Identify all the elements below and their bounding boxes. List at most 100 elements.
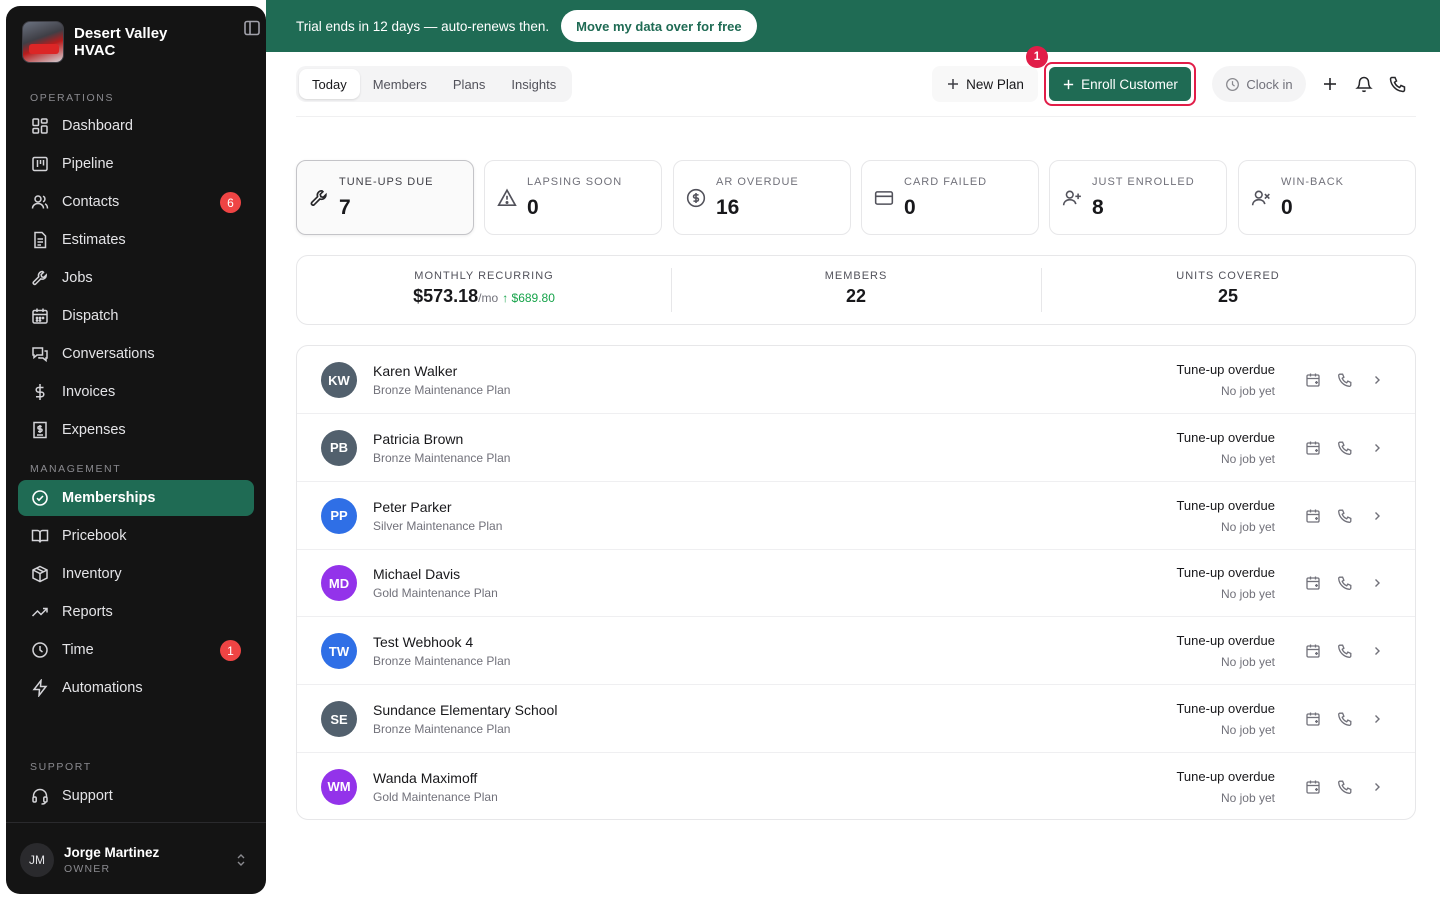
sidebar-item-invoices[interactable]: Invoices xyxy=(18,374,254,410)
sidebar-item-label: Dashboard xyxy=(62,118,133,134)
member-row[interactable]: TW Test Webhook 4 Bronze Maintenance Plan T… xyxy=(297,617,1415,686)
stat-card-lapsing-soon[interactable]: LAPSING SOON 0 xyxy=(484,160,662,235)
sidebar-item-estimates[interactable]: Estimates xyxy=(18,222,254,258)
stat-card-just-enrolled[interactable]: JUST ENROLLED 8 xyxy=(1049,160,1227,235)
chevron-right-icon[interactable] xyxy=(1369,372,1385,388)
sidebar-item-pipeline[interactable]: Pipeline xyxy=(18,146,254,182)
sidebar-item-reports[interactable]: Reports xyxy=(18,594,254,630)
chevron-up-down-icon xyxy=(237,854,245,866)
chevron-right-icon[interactable] xyxy=(1369,711,1385,727)
section-management: MANAGEMENT xyxy=(30,463,122,475)
schedule-calendar-icon[interactable] xyxy=(1305,372,1321,388)
stat-card-win-back[interactable]: WIN-BACK 0 xyxy=(1238,160,1416,235)
sidebar-item-dashboard[interactable]: Dashboard xyxy=(18,108,254,144)
sidebar-item-support[interactable]: Support xyxy=(18,778,254,814)
section-support: SUPPORT xyxy=(30,761,92,773)
sidebar-item-label: Reports xyxy=(62,604,113,620)
add-icon[interactable] xyxy=(1318,72,1342,96)
member-row[interactable]: MD Michael Davis Gold Maintenance Plan Tune… xyxy=(297,549,1415,618)
sidebar-toggle-icon[interactable] xyxy=(242,18,262,38)
sidebar-item-label: Inventory xyxy=(62,566,122,582)
tab-insights[interactable]: Insights xyxy=(498,69,569,99)
chevron-right-icon[interactable] xyxy=(1369,508,1385,524)
member-row[interactable]: PB Patricia Brown Bronze Maintenance Plan T… xyxy=(297,414,1415,482)
avatar: PP xyxy=(321,497,357,534)
phone-icon[interactable] xyxy=(1386,72,1410,96)
call-phone-icon[interactable] xyxy=(1337,440,1353,456)
tab-plans[interactable]: Plans xyxy=(440,69,499,99)
sidebar-item-dispatch[interactable]: Dispatch xyxy=(18,298,254,334)
chat-icon xyxy=(32,347,48,363)
member-plan: Gold Maintenance Plan xyxy=(373,789,498,804)
member-status: Tune-up overdue xyxy=(1176,565,1275,581)
tab-today[interactable]: Today xyxy=(299,69,360,99)
call-phone-icon[interactable] xyxy=(1337,372,1353,388)
sidebar-item-inventory[interactable]: Inventory xyxy=(18,556,254,592)
sidebar-item-memberships[interactable]: Memberships xyxy=(18,480,254,516)
schedule-calendar-icon[interactable] xyxy=(1305,575,1321,591)
stat-card-card-failed[interactable]: CARD FAILED 0 xyxy=(861,160,1039,235)
member-status: Tune-up overdue xyxy=(1176,497,1275,513)
sidebar-item-conversations[interactable]: Conversations xyxy=(18,336,254,372)
sidebar-item-automations[interactable]: Automations xyxy=(18,670,254,706)
contacts-count-badge: 6 xyxy=(220,192,241,213)
sidebar-item-jobs[interactable]: Jobs xyxy=(18,260,254,296)
chevron-right-icon[interactable] xyxy=(1369,643,1385,659)
clock-in-button[interactable]: Clock in xyxy=(1212,66,1306,102)
schedule-calendar-icon[interactable] xyxy=(1305,508,1321,524)
sidebar-item-label: Time xyxy=(62,642,94,658)
bolt-icon xyxy=(32,679,48,697)
sidebar-item-expenses[interactable]: Expenses xyxy=(18,412,254,448)
sidebar-item-pricebook[interactable]: Pricebook xyxy=(18,518,254,554)
new-plan-button[interactable]: New Plan xyxy=(932,66,1038,102)
call-phone-icon[interactable] xyxy=(1337,508,1353,524)
stat-card-tune-ups-due[interactable]: TUNE-UPS DUE 7 xyxy=(296,160,474,235)
member-row[interactable]: SE Sundance Elementary School Bronze Maint… xyxy=(297,685,1415,753)
bell-icon[interactable] xyxy=(1352,72,1376,96)
member-row[interactable]: PP Peter Parker Silver Maintenance Plan Tun… xyxy=(297,482,1415,550)
book-icon xyxy=(31,529,49,543)
chevron-right-icon[interactable] xyxy=(1369,779,1385,795)
schedule-calendar-icon[interactable] xyxy=(1305,711,1321,727)
migrate-data-button[interactable]: Move my data over for free xyxy=(561,10,757,42)
member-job-status: No job yet xyxy=(1220,587,1275,602)
divider xyxy=(296,116,1416,117)
stat-card-ar-overdue[interactable]: AR OVERDUE 16 xyxy=(673,160,851,235)
monthly-recurring-summary: MONTHLY RECURRING $573.18/mo ↑ $689.80 xyxy=(297,256,671,324)
member-job-status: No job yet xyxy=(1220,723,1275,737)
chevron-right-icon[interactable] xyxy=(1369,575,1385,591)
summary-label: MONTHLY RECURRING xyxy=(414,270,554,282)
call-phone-icon[interactable] xyxy=(1337,779,1353,795)
check-circle-icon xyxy=(32,490,48,506)
call-phone-icon[interactable] xyxy=(1337,711,1353,727)
tab-members[interactable]: Members xyxy=(360,69,440,99)
user-role: OWNER xyxy=(64,863,111,875)
schedule-calendar-icon[interactable] xyxy=(1305,779,1321,795)
member-status: Tune-up overdue xyxy=(1176,362,1275,377)
units-covered-value: 25 xyxy=(1217,286,1239,306)
member-job-status: No job yet xyxy=(1220,384,1275,398)
schedule-calendar-icon[interactable] xyxy=(1305,643,1321,659)
member-row[interactable]: KW Karen Walker Bronze Maintenance Plan Tun… xyxy=(297,346,1415,414)
member-name: Michael Davis xyxy=(373,566,461,583)
member-list: KW Karen Walker Bronze Maintenance Plan Tun… xyxy=(296,345,1416,820)
sidebar-item-label: Memberships xyxy=(62,490,156,506)
schedule-calendar-icon[interactable] xyxy=(1305,440,1321,456)
stat-value: 0 xyxy=(904,196,916,219)
sidebar-item-time[interactable]: Time 1 xyxy=(18,632,254,668)
chevron-right-icon[interactable] xyxy=(1369,440,1385,456)
stat-label: TUNE-UPS DUE xyxy=(339,176,434,188)
sidebar-item-contacts[interactable]: Contacts 6 xyxy=(18,184,254,220)
avatar: PB xyxy=(321,429,357,466)
user-menu[interactable]: JM Jorge Martinez OWNER xyxy=(20,840,252,880)
divider xyxy=(6,822,266,823)
member-row[interactable]: WM Wanda Maximoff Gold Maintenance Plan Tun… xyxy=(297,753,1415,819)
clock-icon xyxy=(32,642,48,658)
call-phone-icon[interactable] xyxy=(1337,643,1353,659)
stat-label: LAPSING SOON xyxy=(527,176,623,188)
estimates-icon xyxy=(34,231,47,249)
brand[interactable]: Desert Valley HVAC xyxy=(22,20,250,64)
member-status: Tune-up overdue xyxy=(1176,633,1275,649)
call-phone-icon[interactable] xyxy=(1337,575,1353,591)
enroll-customer-button[interactable]: Enroll Customer xyxy=(1049,67,1191,101)
